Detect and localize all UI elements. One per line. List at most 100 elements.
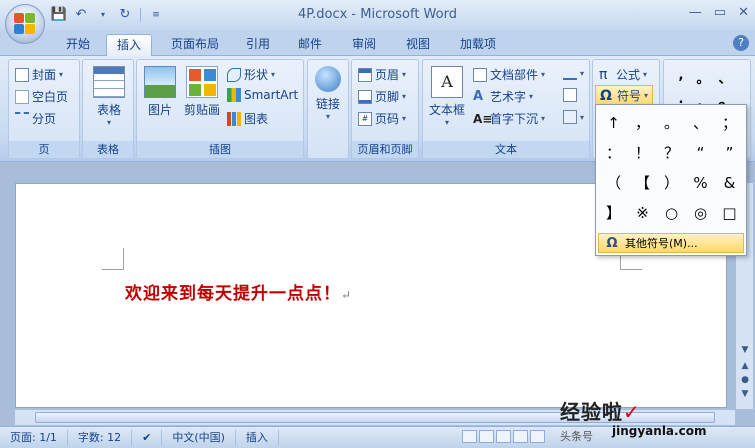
symbol-cell[interactable]: ”	[715, 138, 744, 168]
symbol-button[interactable]: Ω 符号 ▾	[595, 85, 654, 106]
cover-page-icon	[15, 67, 29, 82]
cover-page-button[interactable]: 封面 ▾	[15, 66, 63, 83]
tab-references[interactable]: 引用	[238, 34, 278, 56]
symbol-cell[interactable]: “	[686, 138, 715, 168]
office-button[interactable]	[5, 4, 45, 44]
checkmark-icon: ✓	[623, 400, 641, 424]
watermark-source: 头条号	[560, 430, 593, 443]
tab-addins[interactable]: 加载项	[452, 34, 504, 56]
clipart-button[interactable]: 剪贴画	[179, 66, 225, 118]
symbol-cell[interactable]: 】	[599, 198, 628, 228]
shapes-button[interactable]: 形状 ▾	[227, 66, 275, 83]
minimize-icon[interactable]: —	[689, 5, 702, 20]
symbol-cell[interactable]: ◎	[686, 198, 715, 228]
links-button[interactable]: 链接 ▾	[310, 66, 346, 121]
browse-object-icon[interactable]: ●	[738, 373, 752, 387]
help-icon[interactable]: ?	[733, 35, 749, 51]
symbol-cell[interactable]: ※	[628, 198, 657, 228]
group-text: A 文本框 ▾ 文档部件 ▾ A 艺术字 ▾ A≡ 首字下沉 ▾ ▾ ▾ 文本	[422, 59, 590, 159]
tab-mailings[interactable]: 邮件	[290, 34, 330, 56]
maximize-icon[interactable]: ▭	[714, 5, 726, 20]
group-header-footer: 页眉 ▾ 页脚 ▾ # 页码 ▾ 页眉和页脚	[351, 59, 419, 159]
symbol-cell[interactable]: ↑	[599, 108, 628, 138]
equation-button[interactable]: π 公式 ▾	[599, 66, 647, 83]
group-links: 链接 ▾	[307, 59, 349, 159]
blank-page-button[interactable]: 空白页	[15, 88, 68, 105]
pi-icon: π	[599, 66, 608, 83]
symbol-cell[interactable]: ）	[657, 168, 686, 198]
smartart-icon	[227, 88, 241, 102]
group-illustrations: 图片 剪贴画 形状 ▾ SmartArt 图表 插图	[136, 59, 304, 159]
status-word-count[interactable]: 字数: 12	[68, 429, 133, 446]
mini-symbol[interactable]: 、	[714, 68, 736, 87]
status-insert-mode[interactable]: 插入	[236, 429, 279, 446]
wordart-button[interactable]: A 艺术字 ▾	[473, 88, 533, 105]
mini-symbol[interactable]: ,	[670, 68, 692, 87]
smartart-button[interactable]: SmartArt	[227, 88, 298, 102]
omega-icon: Ω	[600, 87, 612, 104]
status-language[interactable]: 中文(中国)	[162, 429, 236, 446]
header-button[interactable]: 页眉 ▾	[358, 66, 406, 83]
symbol-cell[interactable]: &	[715, 168, 744, 198]
page-number-icon: #	[358, 111, 372, 126]
group-label-tables: 表格	[83, 141, 133, 158]
symbol-cell[interactable]: □	[715, 198, 744, 228]
group-label-header-footer: 页眉和页脚	[352, 141, 418, 158]
scroll-down-icon[interactable]: ▼	[738, 343, 752, 357]
quick-parts-button[interactable]: 文档部件 ▾	[473, 66, 545, 83]
crop-mark	[102, 248, 124, 270]
outline-view-icon[interactable]	[513, 430, 528, 443]
symbol-cell[interactable]: ！	[628, 138, 657, 168]
status-page[interactable]: 页面: 1/1	[0, 429, 68, 446]
omega-icon: Ω	[606, 235, 618, 251]
symbol-cell[interactable]: ：	[599, 138, 628, 168]
group-label-text: 文本	[423, 141, 589, 158]
object-button[interactable]: ▾	[563, 110, 584, 124]
print-layout-view-icon[interactable]	[462, 430, 477, 443]
picture-button[interactable]: 图片	[141, 66, 179, 118]
signature-icon	[563, 66, 577, 80]
previous-page-icon[interactable]: ▲	[738, 359, 752, 373]
more-symbols-menu-item[interactable]: Ω 其他符号(M)...	[598, 233, 744, 253]
symbol-dropdown: ↑ ， 。 、 ； ： ！ ？ “ ” （ 【 ） % & 】 ※ ○ ◎ □ …	[595, 104, 747, 256]
page-break-button[interactable]: 分页	[15, 110, 56, 127]
document-text[interactable]: 欢迎来到每天提升一点点！↵	[125, 279, 352, 304]
tab-page-layout[interactable]: 页面布局	[162, 34, 228, 56]
close-icon[interactable]: ✕	[738, 5, 749, 20]
tab-review[interactable]: 审阅	[344, 34, 384, 56]
group-label-pages: 页	[9, 141, 79, 158]
footer-button[interactable]: 页脚 ▾	[358, 88, 406, 105]
draft-view-icon[interactable]	[530, 430, 545, 443]
page-number-button[interactable]: # 页码 ▾	[358, 110, 406, 127]
textbox-icon: A	[431, 66, 463, 98]
proofing-icon[interactable]: ✔	[132, 429, 163, 446]
symbol-cell[interactable]: （	[599, 168, 628, 198]
date-time-icon	[563, 88, 577, 102]
tab-insert[interactable]: 插入	[106, 34, 152, 56]
dropcap-icon: A≡	[473, 111, 493, 126]
ribbon-tabs: 开始 插入 页面布局 引用 邮件 审阅 视图 加载项 ?	[0, 30, 755, 56]
mini-symbol[interactable]: 。	[692, 68, 714, 87]
signature-line-button[interactable]: ▾	[563, 66, 584, 80]
web-layout-view-icon[interactable]	[496, 430, 511, 443]
symbol-cell[interactable]: 。	[657, 108, 686, 138]
symbol-cell[interactable]: 、	[686, 108, 715, 138]
symbol-cell[interactable]: 【	[628, 168, 657, 198]
full-screen-view-icon[interactable]	[479, 430, 494, 443]
symbol-cell[interactable]: ；	[715, 108, 744, 138]
dropcap-button[interactable]: A≡ 首字下沉 ▾	[473, 110, 545, 127]
symbol-cell[interactable]: ？	[657, 138, 686, 168]
footer-icon	[358, 89, 372, 104]
textbox-button[interactable]: A 文本框 ▾	[425, 66, 469, 127]
next-page-icon[interactable]: ▼	[738, 387, 752, 401]
table-button[interactable]: 表格 ▾	[89, 66, 129, 127]
chart-button[interactable]: 图表	[227, 110, 268, 127]
tab-home[interactable]: 开始	[58, 34, 98, 56]
symbol-cell[interactable]: ，	[628, 108, 657, 138]
date-time-button[interactable]	[563, 88, 577, 102]
symbol-cell[interactable]: %	[686, 168, 715, 198]
object-icon	[563, 110, 577, 124]
symbol-cell[interactable]: ○	[657, 198, 686, 228]
tab-view[interactable]: 视图	[398, 34, 438, 56]
office-logo-icon	[14, 13, 36, 35]
